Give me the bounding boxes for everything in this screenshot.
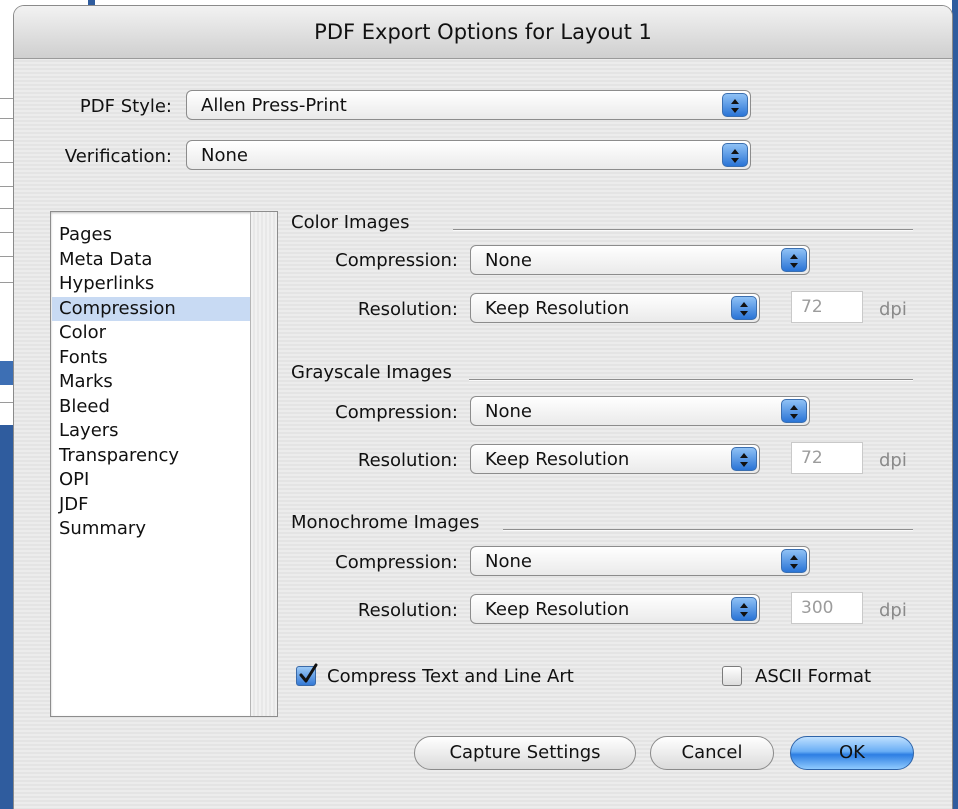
grayscale-resolution-popup[interactable]: Keep Resolution	[470, 444, 760, 474]
category-item-jdf[interactable]: JDF	[52, 493, 252, 518]
color-compression-value: None	[485, 250, 532, 271]
up-down-arrows-icon	[722, 93, 748, 117]
monochrome-dpi-field[interactable]: 300	[791, 592, 863, 624]
color-resolution-label: Resolution:	[357, 299, 458, 320]
background-window-edge	[0, 425, 14, 809]
monochrome-resolution-label: Resolution:	[357, 600, 458, 621]
background-window-edge	[952, 0, 958, 809]
monochrome-images-heading: Monochrome Images	[291, 512, 480, 533]
color-compression-label: Compression:	[335, 250, 458, 271]
color-resolution-popup[interactable]: Keep Resolution	[470, 293, 760, 323]
color-dpi-field[interactable]: 72	[791, 291, 863, 323]
list-scrollbar[interactable]	[250, 212, 277, 716]
grayscale-images-heading: Grayscale Images	[291, 362, 452, 383]
category-item-hyperlinks[interactable]: Hyperlinks	[52, 272, 252, 297]
ascii-format-label[interactable]: ASCII Format	[755, 666, 871, 687]
background-row	[0, 232, 14, 233]
up-down-arrows-icon	[731, 597, 757, 621]
ok-button[interactable]: OK	[790, 736, 914, 770]
section-divider	[453, 229, 913, 230]
grayscale-dpi-unit: dpi	[879, 450, 907, 471]
up-down-arrows-icon	[722, 143, 748, 167]
background-row	[0, 402, 14, 403]
category-item-summary[interactable]: Summary	[52, 517, 252, 542]
grayscale-compression-value: None	[485, 401, 532, 422]
ascii-format-checkbox[interactable]	[722, 666, 742, 686]
category-item-marks[interactable]: Marks	[52, 370, 252, 395]
grayscale-compression-popup[interactable]: None	[470, 396, 810, 426]
capture-settings-button[interactable]: Capture Settings	[414, 736, 636, 770]
monochrome-compression-label: Compression:	[335, 552, 458, 573]
up-down-arrows-icon	[781, 399, 807, 423]
monochrome-compression-value: None	[485, 551, 532, 572]
background-row	[0, 118, 14, 119]
section-divider	[503, 529, 913, 530]
up-down-arrows-icon	[781, 248, 807, 272]
color-images-heading: Color Images	[291, 212, 410, 233]
background-row	[0, 162, 14, 163]
monochrome-resolution-popup[interactable]: Keep Resolution	[470, 594, 760, 624]
category-item-layers[interactable]: Layers	[52, 419, 252, 444]
background-row	[0, 282, 14, 283]
monochrome-compression-popup[interactable]: None	[470, 546, 810, 576]
background-row	[0, 140, 14, 141]
up-down-arrows-icon	[731, 296, 757, 320]
background-row	[0, 208, 14, 209]
pdf-style-label: PDF Style:	[79, 96, 172, 117]
verification-label: Verification:	[64, 146, 172, 167]
grayscale-dpi-field[interactable]: 72	[791, 442, 863, 474]
category-item-pages[interactable]: Pages	[52, 223, 252, 248]
category-item-color[interactable]: Color	[52, 321, 252, 346]
category-item-transparency[interactable]: Transparency	[52, 444, 252, 469]
monochrome-resolution-value: Keep Resolution	[485, 599, 630, 620]
color-resolution-value: Keep Resolution	[485, 298, 630, 319]
up-down-arrows-icon	[781, 549, 807, 573]
category-item-meta-data[interactable]: Meta Data	[52, 248, 252, 273]
color-compression-popup[interactable]: None	[470, 245, 810, 275]
category-list[interactable]: Pages Meta Data Hyperlinks Compression C…	[50, 211, 278, 717]
background-row	[0, 98, 14, 99]
grayscale-compression-label: Compression:	[335, 402, 458, 423]
compress-text-label[interactable]: Compress Text and Line Art	[327, 666, 574, 687]
category-item-fonts[interactable]: Fonts	[52, 346, 252, 371]
grayscale-resolution-value: Keep Resolution	[485, 449, 630, 470]
verification-popup[interactable]: None	[186, 140, 751, 170]
dialog-title: PDF Export Options for Layout 1	[14, 6, 952, 59]
pdf-export-dialog: PDF Export Options for Layout 1 PDF Styl…	[14, 6, 952, 809]
background-row	[0, 186, 14, 187]
category-item-opi[interactable]: OPI	[52, 468, 252, 493]
category-item-bleed[interactable]: Bleed	[52, 395, 252, 420]
section-divider	[469, 379, 913, 380]
checkmark-icon	[299, 663, 318, 683]
pdf-style-popup[interactable]: Allen Press-Print	[186, 90, 751, 120]
monochrome-dpi-unit: dpi	[879, 600, 907, 621]
pdf-style-value: Allen Press-Print	[201, 95, 347, 116]
cancel-button[interactable]: Cancel	[650, 736, 774, 770]
verification-value: None	[201, 145, 248, 166]
category-item-compression[interactable]: Compression	[52, 296, 252, 321]
background-selected-row	[0, 361, 14, 385]
up-down-arrows-icon	[731, 447, 757, 471]
grayscale-resolution-label: Resolution:	[357, 450, 458, 471]
background-row	[0, 256, 14, 257]
color-dpi-unit: dpi	[879, 299, 907, 320]
compress-text-checkbox[interactable]	[296, 663, 318, 686]
